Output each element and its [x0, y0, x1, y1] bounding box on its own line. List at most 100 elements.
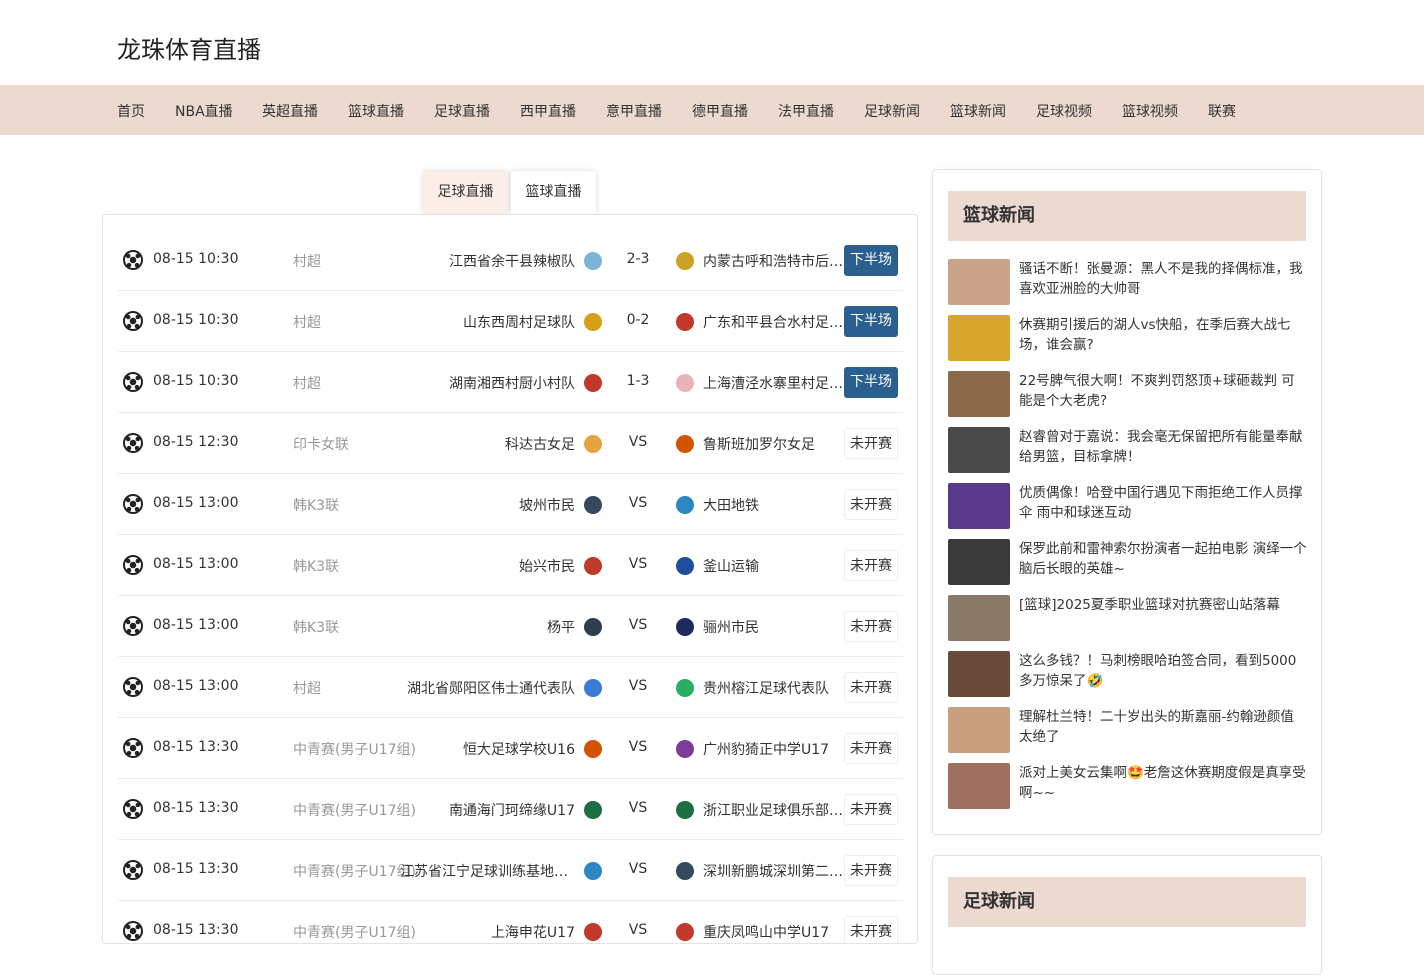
tab-basketball-live[interactable]: 篮球直播 [511, 171, 596, 214]
match-status-button[interactable]: 下半场 [844, 367, 898, 398]
match-status-button[interactable]: 未开赛 [844, 916, 898, 943]
match-league[interactable]: 村超 [293, 312, 321, 332]
news-thumbnail[interactable] [948, 259, 1010, 305]
home-team[interactable]: 坡州市民 [400, 495, 575, 515]
match-league[interactable]: 中青赛(男子U17组) [293, 739, 416, 759]
news-title[interactable]: 22号脾气很大啊！不爽判罚怒顶+球砸裁判 可能是个大老虎? [1019, 371, 1307, 411]
home-team[interactable]: 山东西周村足球队 [400, 312, 575, 332]
away-team[interactable]: 深圳新鹏城深圳第二高级中学 [703, 861, 843, 881]
away-team[interactable]: 浙江职业足球俱乐部U17 [703, 800, 843, 820]
match-status-button[interactable]: 未开赛 [844, 489, 898, 520]
news-item[interactable]: 22号脾气很大啊！不爽判罚怒顶+球砸裁判 可能是个大老虎? [948, 371, 1308, 418]
match-league[interactable]: 村超 [293, 251, 321, 271]
home-team[interactable]: 科达古女足 [400, 434, 575, 454]
nav-item[interactable]: 篮球直播 [348, 101, 404, 121]
away-team[interactable]: 鲁斯班加罗尔女足 [703, 434, 843, 454]
home-team[interactable]: 江苏省江宁足球训练基地U17 [400, 861, 575, 881]
news-item[interactable]: 理解杜兰特！二十岁出头的斯嘉丽-约翰逊颜值太绝了 [948, 707, 1308, 754]
nav-item[interactable]: 篮球视频 [1122, 101, 1178, 121]
news-thumbnail[interactable] [948, 539, 1010, 585]
match-status-button[interactable]: 下半场 [844, 245, 898, 276]
nav-item[interactable]: 足球新闻 [864, 101, 920, 121]
match-status-button[interactable]: 未开赛 [844, 428, 898, 459]
news-thumbnail[interactable] [948, 371, 1010, 417]
news-item[interactable]: 派对上美女云集啊🤩老詹这休赛期度假是真享受啊~~ [948, 763, 1308, 810]
site-title[interactable]: 龙珠体育直播 [117, 30, 261, 65]
away-team[interactable]: 广州豹猗正中学U17 [703, 739, 843, 759]
news-title[interactable]: 这么多钱？！马刺榜眼哈珀签合同，看到5000多万惊呆了🤣 [1019, 651, 1307, 691]
news-thumbnail[interactable] [948, 651, 1010, 697]
nav-item[interactable]: 意甲直播 [606, 101, 662, 121]
match-row[interactable]: 08-15 13:00 韩K3联 始兴市民 VS 釜山运输 未开赛 [118, 535, 903, 596]
home-team[interactable]: 恒大足球学校U16 [400, 739, 575, 759]
match-league[interactable]: 中青赛(男子U17组) [293, 922, 416, 942]
news-title[interactable]: 理解杜兰特！二十岁出头的斯嘉丽-约翰逊颜值太绝了 [1019, 707, 1307, 747]
nav-item[interactable]: 德甲直播 [692, 101, 748, 121]
news-title[interactable]: 保罗此前和雷神索尔扮演者一起拍电影 演绎一个脑后长眼的英雄~ [1019, 539, 1307, 579]
news-title[interactable]: 优质偶像！哈登中国行遇见下雨拒绝工作人员撑伞 雨中和球迷互动 [1019, 483, 1307, 523]
match-league[interactable]: 村超 [293, 373, 321, 393]
match-league[interactable]: 中青赛(男子U17组) [293, 800, 416, 820]
match-row[interactable]: 08-15 10:30 村超 山东西周村足球队 0-2 广东和平县合水村足球队 下半场 [118, 291, 903, 352]
home-team[interactable]: 湖南湘西村厨小村队 [400, 373, 575, 393]
news-item[interactable]: 骚话不断！张曼源：黑人不是我的择偶标准，我喜欢亚洲脸的大帅哥 [948, 259, 1308, 306]
news-thumbnail[interactable] [948, 315, 1010, 361]
match-row[interactable]: 08-15 12:30 印卡女联 科达古女足 VS 鲁斯班加罗尔女足 未开赛 [118, 413, 903, 474]
match-status-button[interactable]: 未开赛 [844, 733, 898, 764]
match-league[interactable]: 韩K3联 [293, 495, 339, 515]
match-row[interactable]: 08-15 13:00 韩K3联 杨平 VS 骊州市民 未开赛 [118, 596, 903, 657]
news-thumbnail[interactable] [948, 707, 1010, 753]
nav-item[interactable]: 篮球新闻 [950, 101, 1006, 121]
home-team[interactable]: 始兴市民 [400, 556, 575, 576]
away-team[interactable]: 骊州市民 [703, 617, 843, 637]
news-title[interactable]: [篮球]2025夏季职业篮球对抗赛密山站落幕 [1019, 595, 1307, 615]
away-team[interactable]: 大田地铁 [703, 495, 843, 515]
news-thumbnail[interactable] [948, 427, 1010, 473]
match-row[interactable]: 08-15 13:30 中青赛(男子U17组) 上海申花U17 VS 重庆凤鸣山中学U1… [118, 901, 903, 943]
nav-item[interactable]: 西甲直播 [520, 101, 576, 121]
home-team[interactable]: 上海申花U17 [400, 922, 575, 942]
away-team[interactable]: 内蒙古呼和浩特市后旗队 [703, 251, 843, 271]
home-team[interactable]: 南通海门珂缔缘U17 [400, 800, 575, 820]
news-thumbnail[interactable] [948, 483, 1010, 529]
news-item[interactable]: 优质偶像！哈登中国行遇见下雨拒绝工作人员撑伞 雨中和球迷互动 [948, 483, 1308, 530]
home-team[interactable]: 江西省余干县辣椒队 [400, 251, 575, 271]
match-row[interactable]: 08-15 13:30 中青赛(男子U17组) 江苏省江宁足球训练基地U17 VS 深圳… [118, 840, 903, 901]
home-team[interactable]: 湖北省郧阳区伟士通代表队 [400, 678, 575, 698]
away-team[interactable]: 广东和平县合水村足球队 [703, 312, 843, 332]
match-status-button[interactable]: 未开赛 [844, 611, 898, 642]
match-row[interactable]: 08-15 10:30 村超 湖南湘西村厨小村队 1-3 上海漕泾水寨里村足球队 下半场 [118, 352, 903, 413]
match-league[interactable]: 印卡女联 [293, 434, 349, 454]
away-team[interactable]: 贵州榕江足球代表队 [703, 678, 843, 698]
nav-item[interactable]: 首页 [117, 101, 145, 121]
nav-item[interactable]: 联赛 [1208, 101, 1236, 121]
news-item[interactable]: 休赛期引援后的湖人vs快船，在季后赛大战七场，谁会赢? [948, 315, 1308, 362]
match-league[interactable]: 中青赛(男子U17组) [293, 861, 416, 881]
match-status-button[interactable]: 未开赛 [844, 855, 898, 886]
match-status-button[interactable]: 下半场 [844, 306, 898, 337]
nav-item[interactable]: 足球直播 [434, 101, 490, 121]
news-thumbnail[interactable] [948, 763, 1010, 809]
match-row[interactable]: 08-15 13:00 村超 湖北省郧阳区伟士通代表队 VS 贵州榕江足球代表队 未开赛 [118, 657, 903, 718]
match-status-button[interactable]: 未开赛 [844, 672, 898, 703]
away-team[interactable]: 重庆凤鸣山中学U17 [703, 922, 843, 942]
match-league[interactable]: 韩K3联 [293, 617, 339, 637]
news-item[interactable]: [篮球]2025夏季职业篮球对抗赛密山站落幕 [948, 595, 1308, 642]
match-league[interactable]: 村超 [293, 678, 321, 698]
match-league[interactable]: 韩K3联 [293, 556, 339, 576]
match-row[interactable]: 08-15 13:30 中青赛(男子U17组) 恒大足球学校U16 VS 广州豹猗正中学… [118, 718, 903, 779]
news-title[interactable]: 派对上美女云集啊🤩老詹这休赛期度假是真享受啊~~ [1019, 763, 1307, 803]
nav-item[interactable]: 法甲直播 [778, 101, 834, 121]
news-item[interactable]: 保罗此前和雷神索尔扮演者一起拍电影 演绎一个脑后长眼的英雄~ [948, 539, 1308, 586]
tab-football-live[interactable]: 足球直播 [423, 171, 508, 214]
match-row[interactable]: 08-15 13:30 中青赛(男子U17组) 南通海门珂缔缘U17 VS 浙江职业足球… [118, 779, 903, 840]
news-thumbnail[interactable] [948, 595, 1010, 641]
match-status-button[interactable]: 未开赛 [844, 794, 898, 825]
match-status-button[interactable]: 未开赛 [844, 550, 898, 581]
news-title[interactable]: 休赛期引援后的湖人vs快船，在季后赛大战七场，谁会赢? [1019, 315, 1307, 355]
news-item[interactable]: 这么多钱？！马刺榜眼哈珀签合同，看到5000多万惊呆了🤣 [948, 651, 1308, 698]
home-team[interactable]: 杨平 [400, 617, 575, 637]
news-title[interactable]: 骚话不断！张曼源：黑人不是我的择偶标准，我喜欢亚洲脸的大帅哥 [1019, 259, 1307, 299]
away-team[interactable]: 釜山运输 [703, 556, 843, 576]
nav-item[interactable]: 足球视频 [1036, 101, 1092, 121]
